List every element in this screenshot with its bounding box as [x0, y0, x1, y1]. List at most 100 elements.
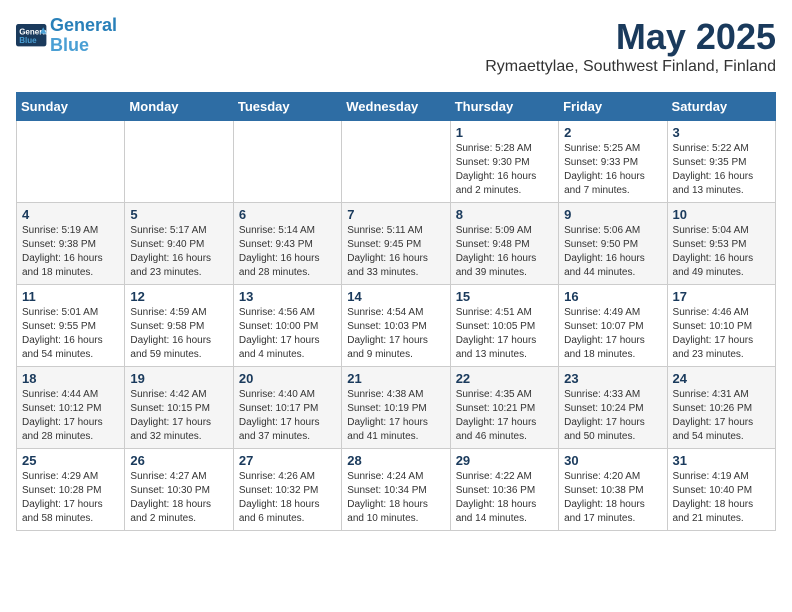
calendar-cell	[125, 121, 233, 203]
week-row: 18Sunrise: 4:44 AM Sunset: 10:12 PM Dayl…	[17, 367, 776, 449]
calendar-table: SundayMondayTuesdayWednesdayThursdayFrid…	[16, 92, 776, 531]
calendar-cell: 6Sunrise: 5:14 AM Sunset: 9:43 PM Daylig…	[233, 203, 341, 285]
day-number: 21	[347, 371, 444, 386]
day-number: 28	[347, 453, 444, 468]
day-number: 9	[564, 207, 661, 222]
calendar-cell	[233, 121, 341, 203]
day-info: Sunrise: 4:38 AM Sunset: 10:19 PM Daylig…	[347, 388, 444, 444]
calendar-cell: 19 Sunrise: 4:42 AM Sunset: 10:15 PM Dayl…	[125, 367, 233, 449]
day-number: 27	[239, 453, 336, 468]
calendar-cell: 7 Sunrise: 5:11 AM Sunset: 9:45 PM Daylig…	[342, 203, 450, 285]
day-info: Sunrise: 4:42 AM Sunset: 10:15 PM Daylig…	[130, 388, 227, 444]
calendar-cell: 21 Sunrise: 4:38 AM Sunset: 10:19 PM Dayl…	[342, 367, 450, 449]
month-title: May 2025	[485, 16, 776, 58]
calendar-cell: 28 Sunrise: 4:24 AM Sunset: 10:34 PM Dayl…	[342, 449, 450, 531]
weekday-header-thursday: Thursday	[450, 93, 558, 121]
calendar-cell: 16 Sunrise: 4:49 AM Sunset: 10:07 PM Dayl…	[559, 285, 667, 367]
day-number: 16	[564, 289, 661, 304]
day-number: 12	[130, 289, 227, 304]
day-number: 7	[347, 207, 444, 222]
calendar-cell: 13Sunrise: 4:56 AM Sunset: 10:00 PM Dayl…	[233, 285, 341, 367]
day-number: 31	[673, 453, 770, 468]
day-number: 26	[130, 453, 227, 468]
day-number: 30	[564, 453, 661, 468]
day-number: 1	[456, 125, 553, 140]
day-info: Sunrise: 5:06 AM Sunset: 9:50 PM Dayligh…	[564, 224, 661, 280]
calendar-cell: 17Sunrise: 4:46 AM Sunset: 10:10 PM Dayl…	[667, 285, 775, 367]
title-area: May 2025 Rymaettylae, Southwest Finland,…	[485, 16, 776, 76]
calendar-cell: 25 Sunrise: 4:29 AM Sunset: 10:28 PM Dayl…	[17, 449, 125, 531]
calendar-cell: 15Sunrise: 4:51 AM Sunset: 10:05 PM Dayl…	[450, 285, 558, 367]
calendar-cell	[17, 121, 125, 203]
calendar-cell: 23 Sunrise: 4:33 AM Sunset: 10:24 PM Dayl…	[559, 367, 667, 449]
day-number: 24	[673, 371, 770, 386]
weekday-header-monday: Monday	[125, 93, 233, 121]
week-row: 1 Sunrise: 5:28 AM Sunset: 9:30 PM Daylig…	[17, 121, 776, 203]
logo: General Blue GeneralBlue	[16, 16, 117, 56]
day-number: 5	[130, 207, 227, 222]
day-info: Sunrise: 4:19 AM Sunset: 10:40 PM Daylig…	[673, 470, 770, 526]
calendar-cell: 26Sunrise: 4:27 AM Sunset: 10:30 PM Dayl…	[125, 449, 233, 531]
day-info: Sunrise: 5:14 AM Sunset: 9:43 PM Dayligh…	[239, 224, 336, 280]
weekday-header-friday: Friday	[559, 93, 667, 121]
day-number: 10	[673, 207, 770, 222]
weekday-header-tuesday: Tuesday	[233, 93, 341, 121]
week-row: 4 Sunrise: 5:19 AM Sunset: 9:38 PM Daylig…	[17, 203, 776, 285]
location-title: Rymaettylae, Southwest Finland, Finland	[485, 58, 776, 76]
day-number: 29	[456, 453, 553, 468]
calendar-cell: 27Sunrise: 4:26 AM Sunset: 10:32 PM Dayl…	[233, 449, 341, 531]
day-info: Sunrise: 5:22 AM Sunset: 9:35 PM Dayligh…	[673, 142, 770, 198]
logo-icon: General Blue	[16, 24, 48, 48]
day-info: Sunrise: 4:29 AM Sunset: 10:28 PM Daylig…	[22, 470, 119, 526]
day-info: Sunrise: 4:54 AM Sunset: 10:03 PM Daylig…	[347, 306, 444, 362]
weekday-row: SundayMondayTuesdayWednesdayThursdayFrid…	[17, 93, 776, 121]
calendar-body: 1 Sunrise: 5:28 AM Sunset: 9:30 PM Daylig…	[17, 121, 776, 531]
day-info: Sunrise: 5:19 AM Sunset: 9:38 PM Dayligh…	[22, 224, 119, 280]
day-number: 22	[456, 371, 553, 386]
day-number: 25	[22, 453, 119, 468]
week-row: 11 Sunrise: 5:01 AM Sunset: 9:55 PM Dayli…	[17, 285, 776, 367]
day-number: 19	[130, 371, 227, 386]
calendar-cell: 20Sunrise: 4:40 AM Sunset: 10:17 PM Dayl…	[233, 367, 341, 449]
weekday-header-sunday: Sunday	[17, 93, 125, 121]
calendar-cell: 8 Sunrise: 5:09 AM Sunset: 9:48 PM Daylig…	[450, 203, 558, 285]
day-info: Sunrise: 4:33 AM Sunset: 10:24 PM Daylig…	[564, 388, 661, 444]
calendar-cell: 9 Sunrise: 5:06 AM Sunset: 9:50 PM Daylig…	[559, 203, 667, 285]
day-info: Sunrise: 4:24 AM Sunset: 10:34 PM Daylig…	[347, 470, 444, 526]
calendar-cell: 22 Sunrise: 4:35 AM Sunset: 10:21 PM Dayl…	[450, 367, 558, 449]
calendar-cell: 29 Sunrise: 4:22 AM Sunset: 10:36 PM Dayl…	[450, 449, 558, 531]
day-info: Sunrise: 5:09 AM Sunset: 9:48 PM Dayligh…	[456, 224, 553, 280]
day-number: 23	[564, 371, 661, 386]
day-info: Sunrise: 5:17 AM Sunset: 9:40 PM Dayligh…	[130, 224, 227, 280]
day-info: Sunrise: 4:40 AM Sunset: 10:17 PM Daylig…	[239, 388, 336, 444]
day-info: Sunrise: 4:46 AM Sunset: 10:10 PM Daylig…	[673, 306, 770, 362]
calendar-cell: 18Sunrise: 4:44 AM Sunset: 10:12 PM Dayl…	[17, 367, 125, 449]
calendar-cell: 5 Sunrise: 5:17 AM Sunset: 9:40 PM Daylig…	[125, 203, 233, 285]
weekday-header-wednesday: Wednesday	[342, 93, 450, 121]
calendar-cell: 4 Sunrise: 5:19 AM Sunset: 9:38 PM Daylig…	[17, 203, 125, 285]
day-number: 4	[22, 207, 119, 222]
day-number: 14	[347, 289, 444, 304]
week-row: 25 Sunrise: 4:29 AM Sunset: 10:28 PM Dayl…	[17, 449, 776, 531]
calendar-header: SundayMondayTuesdayWednesdayThursdayFrid…	[17, 93, 776, 121]
calendar-cell: 10Sunrise: 5:04 AM Sunset: 9:53 PM Dayli…	[667, 203, 775, 285]
day-number: 11	[22, 289, 119, 304]
day-info: Sunrise: 5:25 AM Sunset: 9:33 PM Dayligh…	[564, 142, 661, 198]
day-info: Sunrise: 4:49 AM Sunset: 10:07 PM Daylig…	[564, 306, 661, 362]
day-info: Sunrise: 4:51 AM Sunset: 10:05 PM Daylig…	[456, 306, 553, 362]
calendar-cell: 30Sunrise: 4:20 AM Sunset: 10:38 PM Dayl…	[559, 449, 667, 531]
calendar-cell	[342, 121, 450, 203]
day-info: Sunrise: 4:22 AM Sunset: 10:36 PM Daylig…	[456, 470, 553, 526]
day-number: 8	[456, 207, 553, 222]
logo-text: GeneralBlue	[50, 16, 117, 56]
day-info: Sunrise: 4:35 AM Sunset: 10:21 PM Daylig…	[456, 388, 553, 444]
calendar-cell: 11 Sunrise: 5:01 AM Sunset: 9:55 PM Dayli…	[17, 285, 125, 367]
svg-text:Blue: Blue	[19, 36, 37, 45]
day-info: Sunrise: 5:11 AM Sunset: 9:45 PM Dayligh…	[347, 224, 444, 280]
day-number: 13	[239, 289, 336, 304]
day-info: Sunrise: 5:28 AM Sunset: 9:30 PM Dayligh…	[456, 142, 553, 198]
day-number: 2	[564, 125, 661, 140]
day-info: Sunrise: 5:01 AM Sunset: 9:55 PM Dayligh…	[22, 306, 119, 362]
page-header: General Blue GeneralBlue May 2025 Rymaet…	[16, 16, 776, 84]
calendar-cell: 1 Sunrise: 5:28 AM Sunset: 9:30 PM Daylig…	[450, 121, 558, 203]
